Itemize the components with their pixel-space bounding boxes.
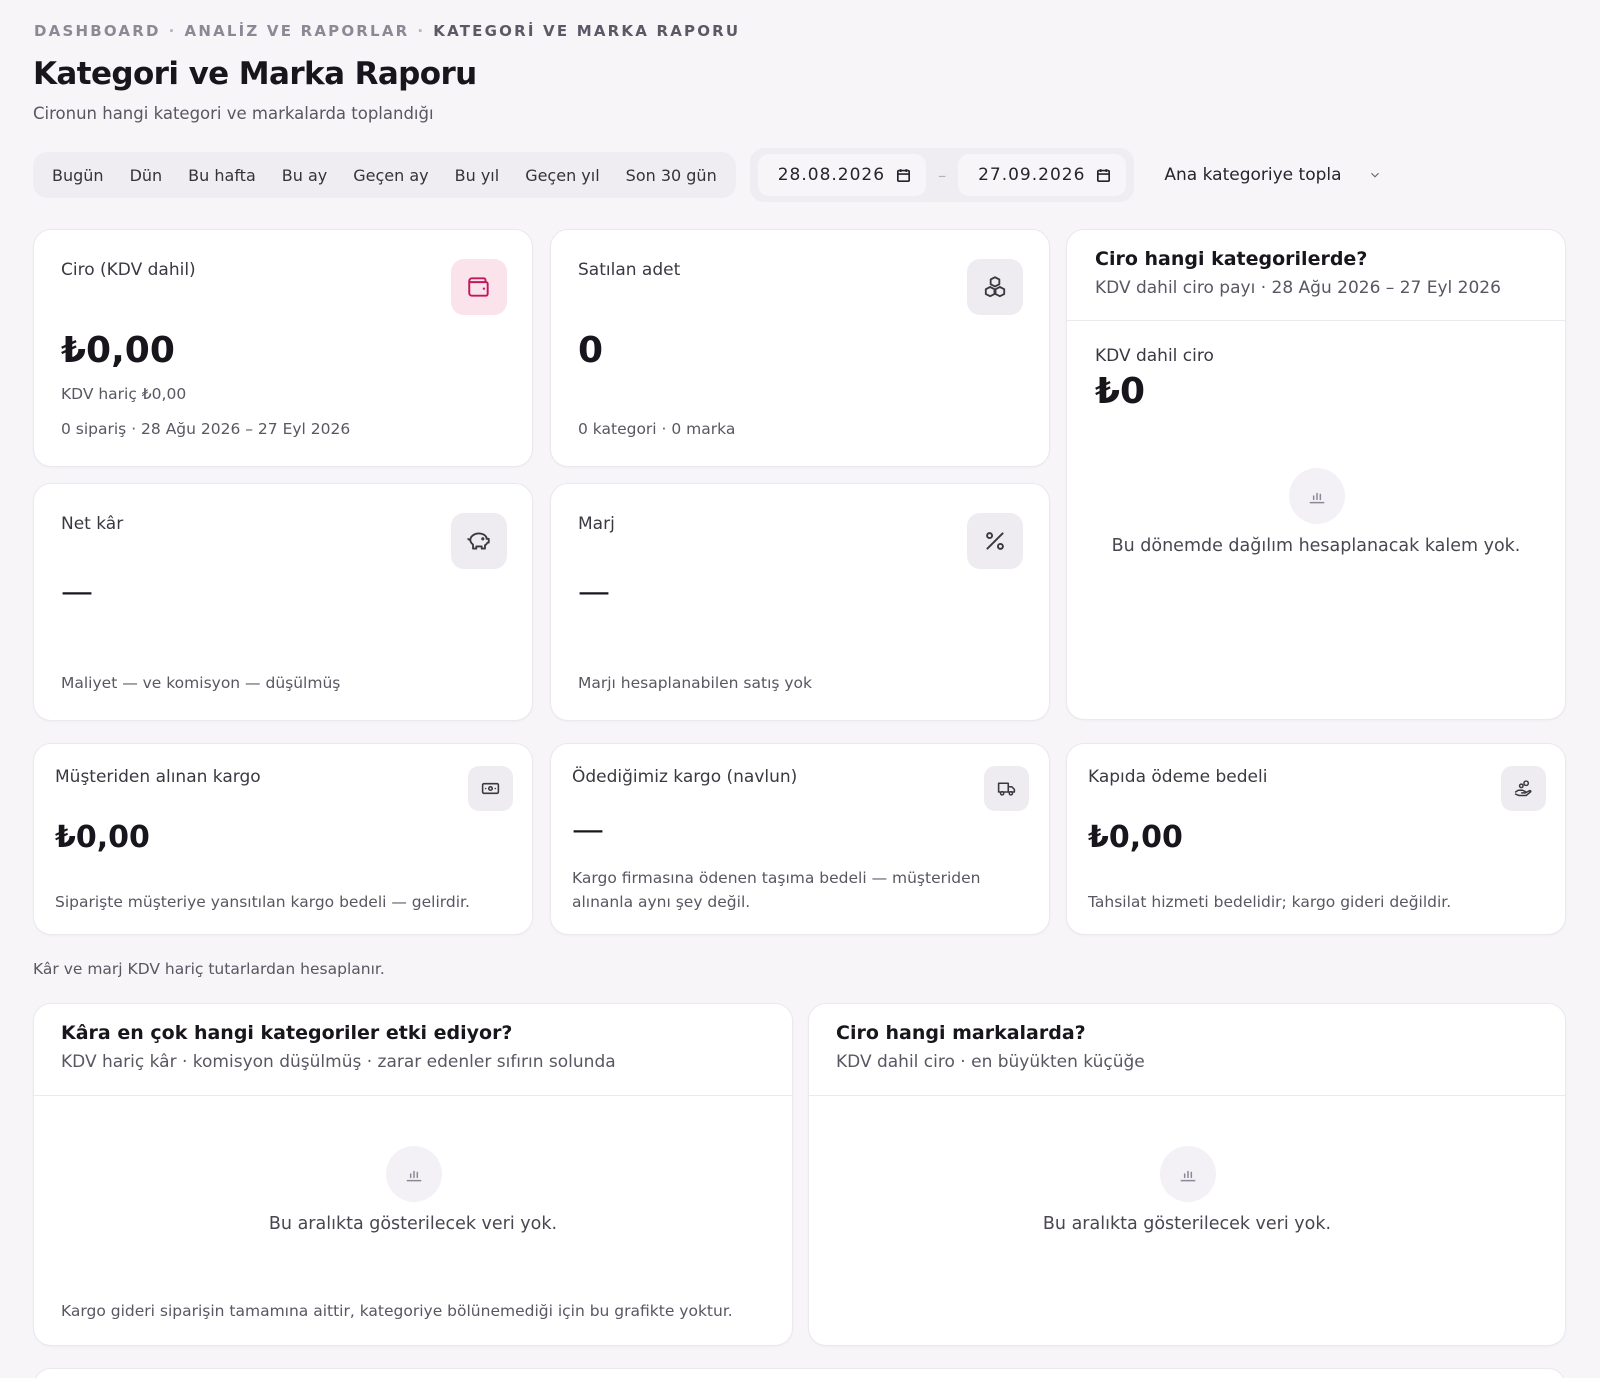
- banknote-icon: [481, 782, 500, 795]
- customer-shipping-card: Müşteriden alınan kargo ₺0,00 Siparişte …: [33, 743, 533, 935]
- profit-panel-subtitle: KDV hariç kâr · komisyon düşülmüş · zara…: [61, 1052, 616, 1072]
- revenue-value: ₺0,00: [61, 330, 175, 371]
- grouping-select-value: Ana kategoriye topla: [1164, 165, 1342, 185]
- date-from-value: 28.08.2026: [777, 165, 886, 185]
- paid-shipping-summary-line2: alınanla aynı şey değil.: [572, 893, 751, 911]
- profit-panel-title: Kâra en çok hangi kategoriler etki ediyo…: [61, 1022, 513, 1044]
- date-range: 28.08.2026 – 27.09.2026: [749, 148, 1135, 202]
- units-summary: 0 kategori · 0 marka: [578, 420, 736, 438]
- breadcrumb-current: KATEGORİ VE MARKA RAPORU: [433, 22, 741, 40]
- brand-revenue-panel: Ciro hangi markalarda? KDV dahil ciro · …: [808, 1003, 1566, 1346]
- bar-chart-icon: [1309, 492, 1325, 504]
- units-label: Satılan adet: [578, 260, 681, 280]
- preset-this-year[interactable]: Bu yıl: [442, 166, 513, 185]
- customer-shipping-icon-box: [468, 766, 513, 811]
- empty-state-icon-wrap: [1289, 468, 1345, 524]
- truck-icon: [997, 782, 1016, 796]
- category-share-panel: Ciro hangi kategorilerde? KDV dahil ciro…: [1066, 229, 1566, 720]
- panel-header: [809, 1004, 1565, 1096]
- preset-this-week[interactable]: Bu hafta: [175, 166, 269, 185]
- breadcrumb-separator: ·: [417, 22, 426, 40]
- cod-fee-icon-box: [1501, 766, 1546, 811]
- bar-chart-icon: [406, 1170, 422, 1182]
- customer-shipping-label: Müşteriden alınan kargo: [55, 767, 261, 787]
- paid-shipping-label: Ödediğimiz kargo (navlun): [572, 767, 798, 787]
- boxes-icon: [984, 276, 1006, 298]
- cod-fee-summary: Tahsilat hizmeti bedelidir; kargo gideri…: [1088, 893, 1452, 911]
- margin-card: Marj — Marjı hesaplanabilen satış yok: [550, 483, 1050, 721]
- brand-panel-subtitle: KDV dahil ciro · en büyükten küçüğe: [836, 1052, 1145, 1072]
- cod-fee-value: ₺0,00: [1088, 820, 1183, 855]
- calendar-icon[interactable]: [1095, 167, 1112, 184]
- breadcrumb-dashboard[interactable]: DASHBOARD: [34, 22, 161, 40]
- percent-icon: [986, 532, 1004, 550]
- empty-state-icon-wrap: [386, 1146, 442, 1202]
- preset-last-30-days[interactable]: Son 30 gün: [613, 166, 730, 185]
- page-title: Kategori ve Marka Raporu: [33, 56, 477, 92]
- profit-by-category-panel: Kâra en çok hangi kategoriler etki ediyo…: [33, 1003, 793, 1346]
- grouping-select[interactable]: Ana kategoriye topla: [1148, 152, 1397, 198]
- preset-yesterday[interactable]: Dün: [117, 166, 176, 185]
- preset-today[interactable]: Bugün: [39, 166, 117, 185]
- breadcrumb-separator: ·: [168, 22, 177, 40]
- filter-bar: Bugün Dün Bu hafta Bu ay Geçen ay Bu yıl…: [33, 148, 1398, 202]
- hand-coins-icon: [1514, 780, 1532, 797]
- piggy-bank-icon: [467, 532, 490, 550]
- brand-panel-title: Ciro hangi markalarda?: [836, 1022, 1086, 1044]
- next-panel: [33, 1368, 1566, 1378]
- paid-shipping-value: —: [572, 810, 604, 848]
- date-presets: Bugün Dün Bu hafta Bu ay Geçen ay Bu yıl…: [33, 152, 736, 198]
- customer-shipping-summary: Siparişte müşteriye yansıtılan kargo bed…: [55, 893, 470, 911]
- profit-panel-footnote: Kargo gideri siparişin tamamına aittir, …: [61, 1302, 733, 1320]
- net-profit-icon-box: [451, 513, 507, 569]
- cod-fee-card: Kapıda ödeme bedeli ₺0,00 Tahsilat hizme…: [1066, 743, 1566, 935]
- calculation-note: Kâr ve marj KDV hariç tutarlardan hesapl…: [33, 960, 385, 978]
- revenue-order-summary: 0 sipariş · 28 Ağu 2026 – 27 Eyl 2026: [61, 420, 351, 438]
- paid-shipping-summary-line1: Kargo firmasına ödenen taşıma bedeli — m…: [572, 869, 981, 887]
- margin-label: Marj: [578, 514, 615, 534]
- calendar-icon[interactable]: [895, 167, 912, 184]
- revenue-icon-box: [451, 259, 507, 315]
- date-from-input[interactable]: 28.08.2026: [757, 154, 927, 196]
- wallet-icon: [468, 277, 489, 297]
- profit-panel-empty-text: Bu aralıkta gösterilecek veri yok.: [268, 1214, 558, 1234]
- category-share-title: Ciro hangi kategorilerde?: [1095, 248, 1368, 270]
- margin-value: —: [578, 572, 610, 610]
- margin-summary: Marjı hesaplanabilen satış yok: [578, 674, 813, 692]
- breadcrumb-analytics[interactable]: ANALİZ VE RAPORLAR: [185, 22, 410, 40]
- category-share-metric-value: ₺0: [1095, 371, 1146, 412]
- units-card: Satılan adet 0 0 kategori · 0 marka: [550, 229, 1050, 467]
- units-icon-box: [967, 259, 1023, 315]
- cod-fee-label: Kapıda ödeme bedeli: [1088, 767, 1268, 787]
- preset-this-month[interactable]: Bu ay: [269, 166, 340, 185]
- category-share-empty-text: Bu dönemde dağılım hesaplanacak kalem yo…: [1111, 536, 1521, 556]
- revenue-net-value: KDV hariç ₺0,00: [61, 385, 187, 403]
- revenue-card: Ciro (KDV dahil) ₺0,00 KDV hariç ₺0,00 0…: [33, 229, 533, 467]
- empty-state-icon-wrap: [1160, 1146, 1216, 1202]
- net-profit-label: Net kâr: [61, 514, 124, 534]
- page-subtitle: Cironun hangi kategori ve markalarda top…: [33, 104, 434, 123]
- category-share-metric-label: KDV dahil ciro: [1095, 346, 1214, 366]
- breadcrumb: DASHBOARD · ANALİZ VE RAPORLAR · KATEGOR…: [34, 22, 740, 40]
- net-profit-value: —: [61, 572, 93, 610]
- panel-header: [1067, 230, 1565, 321]
- paid-shipping-card: Ödediğimiz kargo (navlun) — Kargo firmas…: [550, 743, 1050, 935]
- date-range-separator: –: [938, 165, 947, 185]
- net-profit-summary: Maliyet — ve komisyon — düşülmüş: [61, 674, 341, 692]
- net-profit-card: Net kâr — Maliyet — ve komisyon — düşülm…: [33, 483, 533, 721]
- margin-icon-box: [967, 513, 1023, 569]
- preset-last-year[interactable]: Geçen yıl: [512, 166, 612, 185]
- brand-panel-empty-text: Bu aralıkta gösterilecek veri yok.: [1042, 1214, 1332, 1234]
- preset-last-month[interactable]: Geçen ay: [340, 166, 441, 185]
- category-share-subtitle: KDV dahil ciro payı · 28 Ağu 2026 – 27 E…: [1095, 278, 1501, 298]
- date-to-value: 27.09.2026: [978, 165, 1086, 185]
- date-to-input[interactable]: 27.09.2026: [958, 154, 1127, 196]
- chevron-down-icon: [1370, 172, 1379, 178]
- revenue-label: Ciro (KDV dahil): [61, 260, 196, 280]
- panel-header: [34, 1004, 792, 1096]
- paid-shipping-icon-box: [984, 766, 1029, 811]
- bar-chart-icon: [1180, 1170, 1196, 1182]
- units-value: 0: [578, 330, 604, 371]
- customer-shipping-value: ₺0,00: [55, 820, 150, 855]
